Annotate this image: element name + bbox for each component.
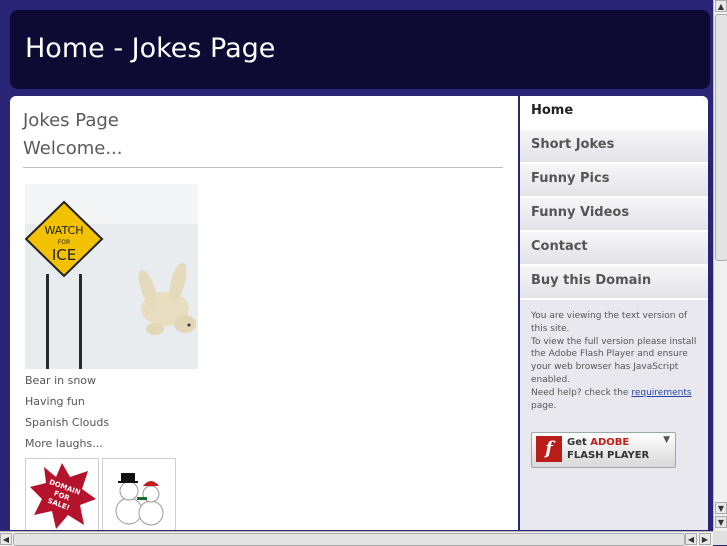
photo-links: Bear in snow Having fun Spanish Clouds M… [25, 374, 109, 458]
notice-line-1: You are viewing the text version of this… [531, 311, 688, 334]
horizontal-scroll-thumb[interactable] [13, 533, 685, 546]
sign-text-1: WATCH [45, 224, 84, 237]
scroll-left-icon[interactable]: ◀ [0, 533, 12, 545]
download-arrow-icon: ▼ [663, 435, 670, 446]
horizontal-scrollbar[interactable]: ◀ ◀ ▶ [0, 531, 713, 546]
flash-get-label: Get ADOBE [567, 437, 630, 449]
scroll-down-2-icon[interactable]: ▼ [715, 516, 727, 528]
scroll-right-icon[interactable]: ▶ [699, 533, 711, 545]
nav-funny-videos[interactable]: Funny Videos [520, 198, 708, 232]
nav-short-jokes[interactable]: Short Jokes [520, 130, 708, 164]
link-having-fun[interactable]: Having fun [25, 395, 109, 416]
nav-funny-pics[interactable]: Funny Pics [520, 164, 708, 198]
content-heading: Jokes Page [23, 110, 119, 131]
requirements-link[interactable]: requirements [631, 388, 691, 398]
main-content: Jokes Page Welcome... WATCH FOR ICE Bear… [10, 96, 518, 530]
vertical-scroll-thumb[interactable] [715, 14, 727, 261]
link-spanish-clouds[interactable]: Spanish Clouds [25, 416, 109, 437]
link-more-laughs[interactable]: More laughs... [25, 437, 109, 458]
divider [23, 167, 503, 168]
flash-notice: You are viewing the text version of this… [520, 300, 708, 412]
page-title: Home - Jokes Page [25, 33, 276, 64]
flash-player-label: FLASH PLAYER [567, 450, 650, 462]
scroll-corner [713, 531, 727, 545]
vertical-scrollbar[interactable]: ▲ ▼ ▼ [713, 0, 727, 531]
flash-logo-icon: f [536, 436, 562, 463]
notice-line-3: Need help? check the requirements page. [531, 387, 698, 413]
notice-line-2: To view the full version please install … [531, 336, 697, 385]
sign-text-3: ICE [52, 246, 76, 264]
nav-home[interactable]: Home [520, 96, 708, 130]
scroll-up-icon[interactable]: ▲ [715, 0, 727, 12]
notice-help-text: Need help? check the [531, 387, 632, 398]
link-bear-in-snow[interactable]: Bear in snow [25, 374, 109, 395]
thumbnail-domain-for-sale[interactable]: DOMAIN FOR SALE! [25, 458, 99, 530]
sign-text-2: FOR [58, 239, 70, 246]
thumbnail-snowmen[interactable] [102, 458, 176, 530]
scroll-left-2-icon[interactable]: ◀ [685, 533, 697, 545]
content-subheading: Welcome... [23, 138, 123, 159]
bear-photo[interactable]: WATCH FOR ICE [25, 184, 198, 369]
notice-page-text: page. [531, 400, 557, 411]
nav-buy-domain[interactable]: Buy this Domain [520, 266, 708, 300]
get-flash-player-button[interactable]: f Get ADOBE FLASH PLAYER ▼ [531, 432, 676, 469]
sidebar: Home Short Jokes Funny Pics Funny Videos… [520, 96, 708, 530]
page-header: Home - Jokes Page [10, 10, 710, 89]
scroll-down-icon[interactable]: ▼ [715, 502, 727, 514]
nav-contact[interactable]: Contact [520, 232, 708, 266]
